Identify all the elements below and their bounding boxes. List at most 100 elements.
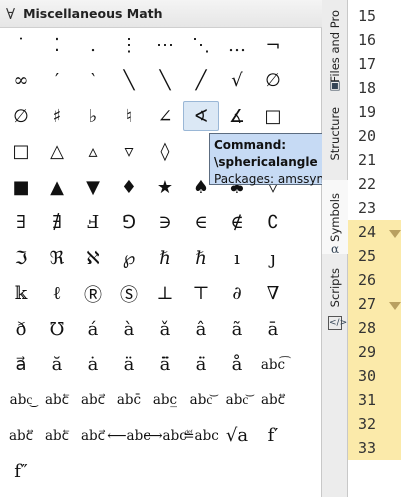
symbol-button[interactable]: ã — [219, 314, 255, 344]
symbol-button[interactable]: Ⓡ — [75, 279, 111, 309]
symbol-button[interactable]: ∇ — [255, 279, 291, 309]
symbol-button[interactable]: ⅁ — [111, 208, 147, 238]
symbol-button[interactable]: abc͜ — [3, 385, 39, 415]
symbol-button[interactable]: ⋯ — [147, 30, 183, 60]
symbol-button[interactable]: □ — [255, 101, 291, 131]
symbol-button[interactable]: a⃗ — [3, 350, 39, 380]
symbol-button[interactable]: ▵ — [75, 137, 111, 167]
symbol-button[interactable]: ◊ — [147, 137, 183, 167]
symbol-button[interactable]: ╱ — [183, 66, 219, 96]
symbol-button[interactable]: ⊤ — [183, 279, 219, 309]
line-number: 21 — [358, 151, 377, 169]
symbol-button[interactable]: ℑ — [3, 243, 39, 273]
symbol-button[interactable]: ∄ — [39, 208, 75, 238]
symbol-button[interactable]: á — [75, 314, 111, 344]
symbol-button[interactable]: ˙ — [3, 30, 39, 60]
symbol-button[interactable]: √a — [219, 421, 255, 451]
symbol-button[interactable]: □ — [3, 137, 39, 167]
symbol-button[interactable]: ∡ — [219, 101, 255, 131]
symbol-button[interactable]: ♦ — [111, 172, 147, 202]
symbol-button[interactable]: f″ — [3, 456, 39, 486]
symbol-button[interactable]: ℓ — [39, 279, 75, 309]
symbol-button[interactable]: ℏ — [147, 243, 183, 273]
symbol-button[interactable]: ■ — [3, 172, 39, 202]
symbol-button[interactable]: abc⃗ — [75, 385, 111, 415]
symbol-button[interactable]: ★ — [147, 172, 183, 202]
symbol-button[interactable]: ä — [111, 350, 147, 380]
symbol-button[interactable]: ∠ — [147, 101, 183, 131]
symbol-button[interactable]: ▼ — [75, 172, 111, 202]
symbol-button[interactable]: Ⓢ — [111, 279, 147, 309]
symbol-button[interactable]: ♭ — [75, 101, 111, 131]
symbol-button[interactable]: ⋱ — [183, 30, 219, 60]
fold-marker-icon[interactable] — [389, 302, 401, 310]
symbol-button[interactable]: å — [219, 350, 255, 380]
symbol-button[interactable]: ℏ — [183, 243, 219, 273]
symbol-button[interactable]: â — [183, 314, 219, 344]
symbol-button[interactable]: ‵ — [75, 66, 111, 96]
symbol-button[interactable]: ⊥ — [147, 279, 183, 309]
symbol-button[interactable]: ╲ — [147, 66, 183, 96]
symbol-button[interactable]: ♯ — [39, 101, 75, 131]
symbol-button[interactable]: ╲ — [111, 66, 147, 96]
symbol-button[interactable]: 𝕜 — [3, 279, 39, 309]
symbol-button[interactable]: ′ — [39, 66, 75, 96]
symbol-button[interactable]: ▲ — [39, 172, 75, 202]
symbol-button[interactable]: ․ — [75, 30, 111, 60]
symbol-button[interactable]: abc̲ — [147, 385, 183, 415]
symbol-button[interactable]: à — [111, 314, 147, 344]
symbol-button[interactable]: ∢ — [183, 101, 219, 131]
symbol-button[interactable]: ȧ̈ — [183, 350, 219, 380]
symbol-button[interactable]: ȷ — [255, 243, 291, 273]
symbol-button[interactable]: abc̄ — [111, 385, 147, 415]
symbol-button[interactable]: ♮ — [111, 101, 147, 131]
panel-header: ∀ Miscellaneous Math — [0, 0, 322, 28]
symbol-button[interactable]: ȧ — [75, 350, 111, 380]
symbol-button[interactable]: ≝abc — [183, 421, 219, 451]
symbol-button[interactable]: abc⃗ — [75, 421, 111, 451]
symbol-button[interactable]: ℵ — [75, 243, 111, 273]
symbol-button[interactable]: abc⃖ — [39, 421, 75, 451]
symbol-button[interactable]: ℧ — [39, 314, 75, 344]
symbol-button[interactable]: ∅ — [255, 66, 291, 96]
symbol-button[interactable]: abc͡ — [255, 350, 291, 380]
line-number: 17 — [358, 55, 377, 73]
symbol-button[interactable]: f′ — [255, 421, 291, 451]
symbol-button[interactable]: ı — [219, 243, 255, 273]
fold-marker-icon[interactable] — [389, 230, 401, 238]
symbol-button[interactable]: ℘ — [111, 243, 147, 273]
symbol-button[interactable]: ǎ — [147, 314, 183, 344]
symbol-button[interactable]: abc⃡ — [255, 385, 291, 415]
symbol-button[interactable]: abc͝ — [183, 385, 219, 415]
symbol-button[interactable]: ⟵abc — [107, 421, 151, 451]
symbol-button[interactable]: ⋮ — [111, 30, 147, 60]
symbol-button[interactable]: ∞ — [3, 66, 39, 96]
symbol-button[interactable]: ▿ — [111, 137, 147, 167]
tab-structure[interactable]: Structure — [322, 96, 348, 172]
symbol-button[interactable]: ∂ — [219, 279, 255, 309]
symbol-button[interactable]: ∅ — [3, 101, 39, 131]
symbol-button[interactable]: ∃ — [3, 208, 39, 238]
symbol-grid: ˙⁚․⋮⋯⋱…¬∞′‵╲╲╱√∅∅♯♭♮∠∢∡□□△▵▿◊▿■▲▼♦★♠♣▿∃∄… — [0, 28, 322, 497]
symbol-button[interactable]: abc⃖ — [39, 385, 75, 415]
symbol-button[interactable]: ∁ — [255, 208, 291, 238]
symbol-button[interactable]: abc͝ — [219, 385, 255, 415]
symbol-button[interactable]: ∈ — [183, 208, 219, 238]
symbol-button[interactable]: ∉ — [219, 208, 255, 238]
symbol-button[interactable]: ⟶abc — [143, 421, 187, 451]
symbol-button[interactable]: ð — [3, 314, 39, 344]
tab-structure-label: Structure — [328, 107, 342, 161]
symbol-button[interactable]: ¬ — [255, 30, 291, 60]
tab-scripts[interactable]: Scripts — [322, 260, 348, 316]
symbol-button[interactable]: … — [219, 30, 255, 60]
symbol-button[interactable]: ⁚ — [39, 30, 75, 60]
symbol-button[interactable]: abc⃡ — [3, 421, 39, 451]
symbol-button[interactable]: ä̈ — [147, 350, 183, 380]
symbol-button[interactable]: △ — [39, 137, 75, 167]
symbol-button[interactable]: Ⅎ — [75, 208, 111, 238]
symbol-button[interactable]: ā — [255, 314, 291, 344]
symbol-button[interactable]: ă — [39, 350, 75, 380]
symbol-button[interactable]: ℜ — [39, 243, 75, 273]
symbol-button[interactable]: √ — [219, 66, 255, 96]
symbol-button[interactable]: ∋ — [147, 208, 183, 238]
